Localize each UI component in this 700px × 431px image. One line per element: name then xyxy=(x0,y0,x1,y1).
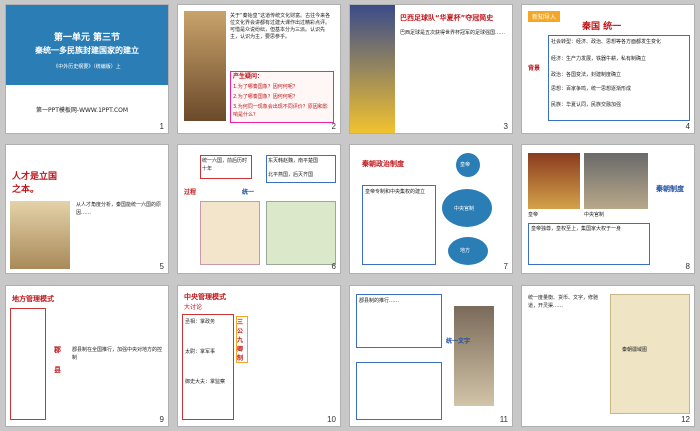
slide-4-item-3: 政治：各国变法，封建制度确立 xyxy=(551,72,622,78)
slide-2[interactable]: 关于“秦始皇”这道传统文化财富。古往今来各位文化界会讲都有过建大课作出过精彩点评… xyxy=(178,5,340,133)
slide-8-number: 8 xyxy=(685,262,690,271)
slide-7-body: 皇帝专制和中央集权的建立 xyxy=(365,189,426,195)
emperor-image xyxy=(528,153,580,209)
slide-10-side: 三公九卿制 xyxy=(236,316,248,363)
slide-4-item-2: 经济：生产力发展，铁器牛耕，私有制确立 xyxy=(551,56,647,62)
slide-4-item-4: 思想：百家争鸣，统一思想逐渐形成 xyxy=(551,86,632,92)
emperor-portrait xyxy=(184,11,226,121)
statue-image xyxy=(454,306,494,406)
slide-2-number: 2 xyxy=(331,122,336,131)
slide-8-body: 皇帝独尊，皇权至上，集国家大权于一身 xyxy=(531,226,622,232)
court-image xyxy=(584,153,648,209)
slide-2-prompt-title: 产生疑问： xyxy=(233,73,264,80)
slide-4-number: 4 xyxy=(685,122,690,131)
slide-2-body: 关于“秦始皇”这道传统文化财富。古往今来各位文化界会讲都有过建大课作出过精彩点评… xyxy=(230,13,331,40)
slide-10-list-box xyxy=(182,314,234,420)
slide-10-item-1: 丞相：掌政务 xyxy=(185,319,216,325)
slide-11[interactable]: 郡县制的推行…… 统一文字 11 xyxy=(350,286,512,426)
slide-4-item-1: 社会转型：经济、政治、思想等各方面都发生变化 xyxy=(551,39,662,45)
slide-10-sub: 大讨论 xyxy=(184,304,203,311)
slide-8-side: 秦朝制度 xyxy=(656,185,684,193)
map-1 xyxy=(200,201,260,265)
slide-6[interactable]: 过程 统一 统一六国，前后历时十年 东灭韩赵魏，南平楚国 北平燕国，后灭齐国 6 xyxy=(178,145,340,273)
football-player-photo xyxy=(350,5,395,133)
slide-12-number: 12 xyxy=(681,415,690,424)
slide-7-text-box xyxy=(362,185,436,265)
ancient-figure-painting xyxy=(10,201,70,269)
slide-5-body: 从人才角度分析，秦国能统一六国的原因…… xyxy=(76,202,162,216)
slide-8-label-1: 皇帝 xyxy=(528,212,539,218)
slide-9-sub-1: 郡 xyxy=(54,346,61,354)
slide-6-box-3-text: 北平燕国，后灭齐国 xyxy=(268,172,314,178)
slide-9-body: 郡县制在全国推行，加强中央对地方的控制 xyxy=(72,347,163,361)
slide-9-title: 地方管理模式 xyxy=(12,295,54,303)
slide-11-number: 11 xyxy=(499,415,508,424)
slide-11-body: 郡县制的推行…… xyxy=(359,298,400,304)
slide-10-item-2: 太尉：掌军事 xyxy=(185,349,216,355)
slide-12-body: 统一度量衡、货币、文字，修驰道，开灵渠…… xyxy=(528,295,599,309)
slide-12-map-label: 秦朝疆域图 xyxy=(622,347,648,353)
slide-7-node-1-label: 皇帝 xyxy=(460,162,471,168)
slide-4-tag: 新知导入 xyxy=(528,11,561,22)
slide-4[interactable]: 新知导入 秦国 统一 背景 社会转型：经济、政治、思想等各方面都发生变化 经济：… xyxy=(522,5,694,133)
slide-10-item-3: 御史大夫：掌监察 xyxy=(185,379,226,385)
slide-10[interactable]: 中央管理模式 大讨论 丞相：掌政务 太尉：掌军事 御史大夫：掌监察 三公九卿制 … xyxy=(178,286,340,426)
slide-6-side-1: 过程 xyxy=(184,189,197,196)
slide-9[interactable]: 地方管理模式 郡 县 郡县制在全国推行，加强中央对地方的控制 9 xyxy=(6,286,168,426)
slide-7-title: 秦朝政治制度 xyxy=(362,160,404,168)
slide-4-item-5: 民族：华夏认同，民族交融加强 xyxy=(551,102,622,108)
slide-5[interactable]: 人才是立国之本。 从人才角度分析，秦国能统一六国的原因…… 5 xyxy=(6,145,168,273)
slide-9-left-box xyxy=(10,308,46,420)
slide-7-node-3-label: 地方 xyxy=(460,248,471,254)
slide-9-number: 9 xyxy=(159,415,164,424)
slide-4-side: 背景 xyxy=(528,65,541,72)
slide-5-title: 人才是立国之本。 xyxy=(12,172,58,195)
slide-11-bottom-box xyxy=(356,362,442,420)
slide-10-title: 中央管理模式 xyxy=(184,293,226,301)
slide-5-number: 5 xyxy=(159,262,164,271)
slide-4-title: 秦国 统一 xyxy=(582,22,622,32)
slide-6-box-2-text: 东灭韩赵魏，南平楚国 xyxy=(268,158,319,164)
slide-7-number: 7 xyxy=(503,262,508,271)
slide-10-number: 10 xyxy=(327,415,336,424)
slide-6-number: 6 xyxy=(331,262,336,271)
slide-3-body: 巴西足球是五次获得世界杯冠军的足球强国…… xyxy=(400,30,506,36)
slide-6-side-2: 统一 xyxy=(242,189,255,196)
slide-9-sub-2: 县 xyxy=(54,366,61,374)
map-2 xyxy=(266,201,336,265)
map-image xyxy=(610,294,690,414)
slide-7[interactable]: 秦朝政治制度 皇帝专制和中央集权的建立 皇帝 中央官制 地方 7 xyxy=(350,145,512,273)
slide-11-caption: 统一文字 xyxy=(446,338,471,345)
slide-2-q3: 3.为何同一现象会出现不同评价？原因和影响是什么？ xyxy=(233,104,328,118)
slide-1[interactable]: 第一单元 第三节 秦统一多民族封建国家的建立 《中外历史纲要》（统编版）上 第一… xyxy=(6,5,168,133)
slide-1-footer: 第一PPT模板网-WWW.1PPT.COM xyxy=(36,107,129,114)
slide-2-q1: 1.为了哪奏国象？因何何呢？ xyxy=(233,84,298,90)
slide-3-title: 巴西足球队“华夏杯”夺冠简史 xyxy=(400,14,494,22)
slide-2-q2: 2.为了哪奏国象？因何何呢？ xyxy=(233,94,298,100)
slide-1-number: 1 xyxy=(159,122,164,131)
slide-8[interactable]: 皇帝 中央官制 秦朝制度 皇帝独尊，皇权至上，集国家大权于一身 8 xyxy=(522,145,694,273)
slide-1-source: 《中外历史纲要》（统编版）上 xyxy=(53,64,121,70)
slide-6-box-1-text: 统一六国，前后历时十年 xyxy=(202,158,248,172)
slide-8-label-2: 中央官制 xyxy=(584,212,605,218)
slide-3-number: 3 xyxy=(503,122,508,131)
slide-7-node-2-label: 中央官制 xyxy=(454,206,475,212)
slide-1-subtitle: 秦统一多民族封建国家的建立 xyxy=(35,46,139,55)
slide-3[interactable]: 巴西足球队“华夏杯”夺冠简史 巴西足球是五次获得世界杯冠军的足球强国…… 3 xyxy=(350,5,512,133)
slide-12[interactable]: 统一度量衡、货币、文字，修驰道，开灵渠…… 秦朝疆域图 12 xyxy=(522,286,694,426)
slide-1-title: 第一单元 第三节 xyxy=(53,33,121,43)
